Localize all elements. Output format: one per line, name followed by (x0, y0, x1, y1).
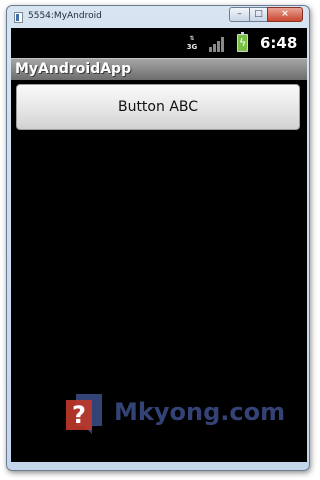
minimize-button[interactable]: – (229, 7, 249, 22)
button-abc[interactable]: Button ABC (16, 84, 300, 130)
svg-text:?: ? (72, 401, 86, 429)
app-title: MyAndroidApp (15, 61, 132, 77)
window-app-icon (14, 12, 23, 23)
window-titlebar: 5554:MyAndroid – □ × (7, 6, 309, 30)
maximize-button[interactable]: □ (249, 7, 267, 22)
signal-strength-icon (209, 36, 227, 52)
status-clock: 6:48 (260, 34, 298, 52)
network-3g-icon: ⇅ 3G (185, 35, 199, 51)
data-arrows-icon: ⇅ (189, 35, 195, 42)
screenshot-canvas: 5554:MyAndroid – □ × ⇅ 3G ϟ 6:48 MyAndro… (0, 0, 318, 480)
status-bar: ⇅ 3G ϟ 6:48 (11, 28, 307, 58)
network-type-label: 3G (186, 43, 198, 51)
window-controls: – □ × (229, 7, 303, 22)
signal-bar (221, 37, 224, 52)
signal-bar (213, 44, 216, 52)
mkyong-logo-icon: ? (66, 394, 102, 434)
watermark-text: Mkyong.com (114, 398, 286, 426)
close-button[interactable]: × (267, 7, 303, 22)
signal-bar (217, 41, 220, 52)
watermark: ? Mkyong.com (62, 392, 292, 436)
battery-charging-icon: ϟ (237, 32, 248, 52)
window-title: 5554:MyAndroid (28, 11, 102, 21)
charging-bolt-icon: ϟ (239, 36, 247, 49)
app-title-bar: MyAndroidApp (11, 58, 307, 80)
signal-bar (209, 47, 212, 52)
